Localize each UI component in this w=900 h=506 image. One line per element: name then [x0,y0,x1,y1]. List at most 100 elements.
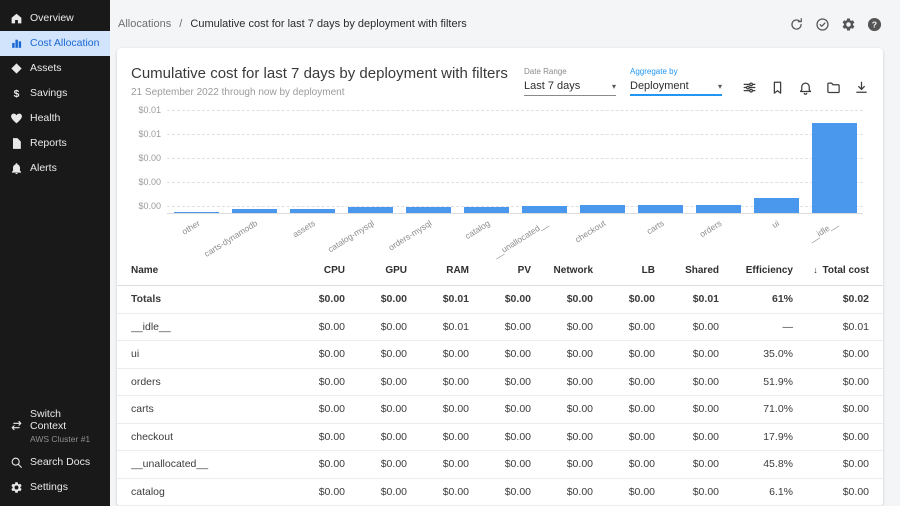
breadcrumb-current-page: Cumulative cost for last 7 days by deplo… [190,18,466,30]
cell-name: catalog [131,486,283,498]
sidebar-item-settings[interactable]: Settings [0,475,110,500]
column-header-efficiency[interactable]: Efficiency [719,265,793,276]
column-header-pv[interactable]: PV [469,265,531,276]
bar-carts-dynamodb[interactable] [232,209,277,213]
sidebar-item-label: Savings [30,87,67,100]
cell-shared: $0.00 [655,348,719,360]
tune-button[interactable] [742,80,757,95]
gear-icon [841,17,856,32]
sidebar-item-search-docs[interactable]: Search Docs [0,450,110,475]
cell-efficiency: 17.9% [719,431,793,443]
cell-pv: $0.00 [469,293,531,305]
cell-name: carts [131,403,283,415]
bookmark-icon [770,80,785,95]
bar-catalog-mysql[interactable] [348,207,393,213]
table-row-ui[interactable]: ui$0.00$0.00$0.00$0.00$0.00$0.00$0.0035.… [117,341,883,369]
cell-gpu: $0.00 [345,486,407,498]
sidebar-item-savings[interactable]: $ Savings [0,81,110,106]
cost-bar-chart: $0.01$0.01$0.00$0.00$0.00 othercarts-dyn… [117,104,883,254]
column-header-total[interactable]: ↓ Total cost [793,265,869,276]
cell-ram: $0.00 [407,458,469,470]
cell-efficiency: 35.0% [719,348,793,360]
gear-button[interactable] [841,17,856,32]
savings-icon: $ [10,87,23,100]
date-range-select[interactable]: Date Range Last 7 days ▾ [524,67,616,96]
table-row-checkout[interactable]: checkout$0.00$0.00$0.00$0.00$0.00$0.00$0… [117,424,883,452]
cell-lb: $0.00 [593,458,655,470]
bar-__unallocated__[interactable] [522,206,567,213]
table-row-carts[interactable]: carts$0.00$0.00$0.00$0.00$0.00$0.00$0.00… [117,396,883,424]
cell-ram: $0.00 [407,403,469,415]
check-circle-button[interactable] [815,17,830,32]
table-header: NameCPUGPURAMPVNetworkLBSharedEfficiency… [117,256,883,286]
aggregate-by-select[interactable]: Aggregate by Deployment ▾ [630,67,722,96]
sidebar-item-switch-context[interactable]: Switch ContextAWS Cluster #1 [0,402,110,450]
sidebar-item-label: Switch Context [30,408,66,433]
sidebar: OverviewCost Allocation Assets $ Savings Hea… [0,0,110,506]
download-icon [854,80,869,95]
cell-shared: $0.00 [655,458,719,470]
chevron-down-icon: ▾ [612,82,616,91]
x-axis-label: orders [698,218,724,239]
bar-chart-icon [10,37,23,50]
bar-orders[interactable] [696,205,741,213]
table-row-orders[interactable]: orders$0.00$0.00$0.00$0.00$0.00$0.00$0.0… [117,369,883,397]
bar-catalog[interactable] [464,207,509,213]
bar-carts[interactable] [638,205,683,213]
help-button[interactable]: ? [867,17,882,32]
cell-ram: $0.00 [407,431,469,443]
cell-lb: $0.00 [593,376,655,388]
cell-cpu: $0.00 [283,458,345,470]
cell-pv: $0.00 [469,321,531,333]
column-header-lb[interactable]: LB [593,265,655,276]
sidebar-item-assets[interactable]: Assets [0,56,110,81]
cell-cpu: $0.00 [283,403,345,415]
cell-network: $0.00 [531,321,593,333]
bar-__idle__[interactable] [812,123,857,213]
bar-assets[interactable] [290,209,335,213]
cell-ram: $0.01 [407,321,469,333]
bell-button[interactable] [798,80,813,95]
table-body: Totals$0.00$0.00$0.01$0.00$0.00$0.00$0.0… [117,286,883,506]
date-range-value: Last 7 days [524,80,580,92]
breadcrumb-allocations-link[interactable]: Allocations [118,18,171,30]
cell-pv: $0.00 [469,486,531,498]
cell-ram: $0.00 [407,486,469,498]
bar-other[interactable] [174,212,219,213]
cell-ram: $0.01 [407,293,469,305]
column-header-shared[interactable]: Shared [655,265,719,276]
sidebar-item-reports[interactable]: Reports [0,131,110,156]
table-header-row: NameCPUGPURAMPVNetworkLBSharedEfficiency… [117,256,883,286]
folder-button[interactable] [826,80,841,95]
column-header-name[interactable]: Name [131,265,283,276]
bar-orders-mysql[interactable] [406,207,451,213]
column-header-cpu[interactable]: CPU [283,265,345,276]
sidebar-item-health[interactable]: Health [0,106,110,131]
table-row-__unallocated__[interactable]: __unallocated__$0.00$0.00$0.00$0.00$0.00… [117,451,883,479]
topbar-actions: ? [789,17,882,32]
download-button[interactable] [854,80,869,95]
sidebar-item-label: Assets [30,62,62,75]
assets-icon [10,62,23,75]
table-row-catalog[interactable]: catalog$0.00$0.00$0.00$0.00$0.00$0.00$0.… [117,479,883,506]
refresh-button[interactable] [789,17,804,32]
bar-checkout[interactable] [580,205,625,213]
table-row-__idle__[interactable]: __idle__$0.00$0.00$0.01$0.00$0.00$0.00$0… [117,314,883,342]
bookmark-button[interactable] [770,80,785,95]
column-header-network[interactable]: Network [531,265,593,276]
cell-lb: $0.00 [593,431,655,443]
column-header-gpu[interactable]: GPU [345,265,407,276]
sidebar-footer: Switch ContextAWS Cluster #1Search DocsS… [0,402,110,500]
sidebar-item-overview[interactable]: Overview [0,6,110,31]
y-axis-tick-label: $0.00 [138,153,161,163]
bar-ui[interactable] [754,198,799,213]
y-axis-tick-label: $0.00 [138,177,161,187]
sidebar-item-cost-allocation[interactable]: Cost Allocation [0,31,110,56]
column-header-ram[interactable]: RAM [407,265,469,276]
cell-efficiency: 45.8% [719,458,793,470]
cell-gpu: $0.00 [345,293,407,305]
cell-pv: $0.00 [469,458,531,470]
table-row-Totals[interactable]: Totals$0.00$0.00$0.01$0.00$0.00$0.00$0.0… [117,286,883,314]
sidebar-item-alerts[interactable]: Alerts [0,156,110,181]
switch-icon [10,419,23,432]
